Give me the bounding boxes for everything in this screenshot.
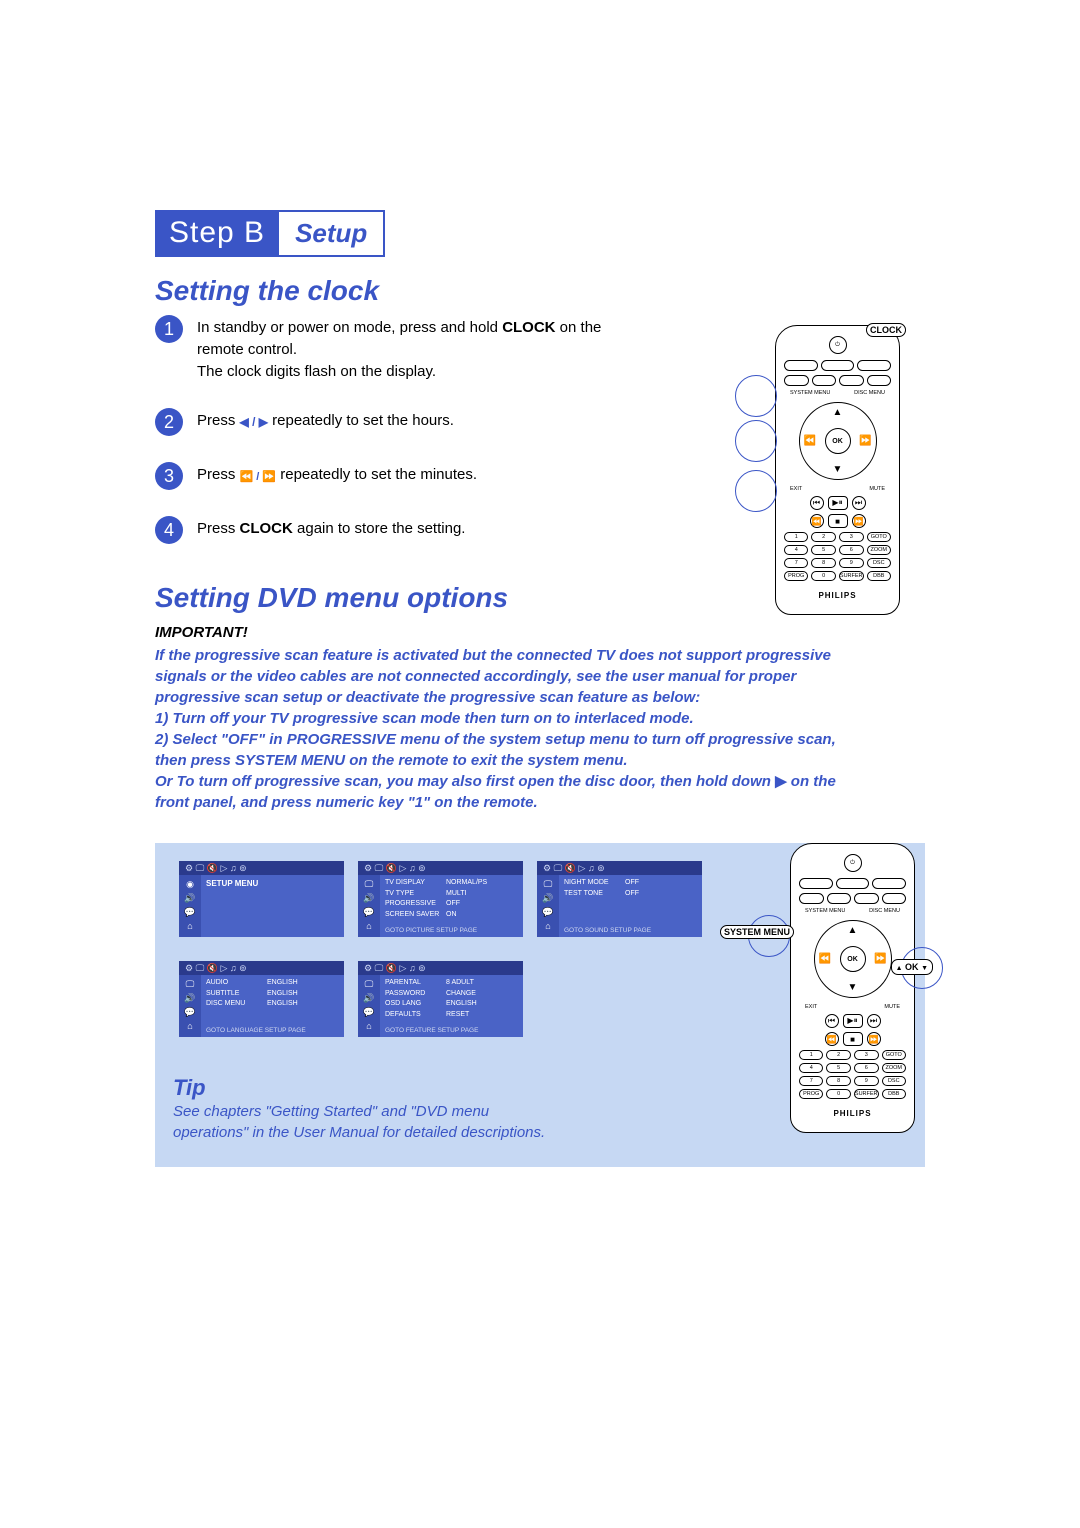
right-arrow-icon: ⏩ [874, 954, 886, 965]
ok-button: OK [825, 428, 851, 454]
tip-body: See chapters "Getting Started" and "DVD … [173, 1101, 563, 1143]
step-2-text: Press ◀ / ▶ repeatedly to set the hours. [197, 410, 454, 432]
menu-sound-setup: ⚙ 🖵 🔇 ▷ ♫ ⊚ 🖵🔊💬⌂ NIGHT MODEOFF TEST TONE… [537, 861, 702, 937]
sleep-button [857, 360, 891, 371]
step-3-text: Press ⏪ / ⏩ repeatedly to set the minute… [197, 464, 477, 486]
numpad: 1 2 3 GOTO 4 5 6 ZOOM 7 8 9 DSC PROG 0 [799, 1050, 906, 1099]
ffwd-icon: ⏩ [852, 514, 866, 528]
callout-circle-dpad [735, 420, 777, 462]
clock-button [839, 375, 864, 386]
step-1-text: In standby or power on mode, press and h… [197, 317, 617, 382]
menu-iconbar: ⚙ 🖵 🔇 ▷ ♫ ⊚ [179, 861, 344, 875]
dpad: OK ▲ ▼ ⏪ ⏩ [799, 402, 877, 480]
menu-picture-setup: ⚙ 🖵 🔇 ▷ ♫ ⊚ 🖵🔊💬⌂ TV DISPLAYNORMAL/PS TV … [358, 861, 523, 937]
stop-icon: ■ [828, 514, 848, 528]
step-number-3: 3 [155, 462, 183, 490]
remote-control-2: ⏻ SYSTEM MENU DISC MENU [790, 843, 915, 1133]
skip-icon: ◀ / ▶ [240, 415, 268, 429]
a-b-button [784, 375, 809, 386]
rewind-icon: ⏪ [810, 514, 824, 528]
remote-illustration-bottom: ⏻ SYSTEM MENU DISC MENU [790, 843, 915, 1133]
power-icon: ⏻ [829, 336, 847, 354]
left-arrow-icon: ⏪ [804, 436, 816, 447]
menu-feature-setup: ⚙ 🖵 🔇 ▷ ♫ ⊚ 🖵🔊💬⌂ PARENTAL8 ADULT PASSWOR… [358, 961, 523, 1037]
down-arrow-icon: ▼ [833, 464, 843, 475]
dpad: OK ▲ ▼ ⏪ ⏩ [814, 920, 892, 998]
menu-side-icons: ◉🔊💬⌂ [179, 875, 201, 937]
clock-section-title: Setting the clock [155, 275, 925, 307]
important-body: If the progressive scan feature is activ… [155, 645, 845, 813]
callout-sysmenu-label: SYSTEM MENU [720, 925, 794, 939]
callout-ok-label: ▲ OK ▼ [891, 959, 933, 975]
up-arrow-icon: ▲ [833, 407, 843, 418]
setup-label: Setup [277, 210, 385, 257]
step-number-2: 2 [155, 408, 183, 436]
disc-menu-label: DISC MENU [854, 390, 885, 396]
sleep2-button [812, 375, 837, 386]
important-heading: IMPORTANT! [155, 624, 925, 641]
exit-label: EXIT [790, 486, 802, 492]
callout-circle-sysmenu [735, 375, 777, 417]
power-icon: ⏻ [844, 854, 862, 872]
step-header: Step B Setup [155, 210, 925, 257]
system-menu-label: SYSTEM MENU [790, 390, 830, 396]
stop-icon: ■ [843, 1032, 863, 1046]
numpad: 1 2 3 GOTO 4 5 6 ZOOM 7 8 9 DSC PROG 0 S… [784, 532, 891, 581]
left-arrow-icon: ⏪ [819, 954, 831, 965]
callout-circle-transport [735, 470, 777, 512]
menu-screenshots-panel: ⚙ 🖵 🔇 ▷ ♫ ⊚ ◉🔊💬⌂ SETUP MENU ⚙ 🖵 🔇 ▷ ♫ ⊚ … [155, 843, 925, 1167]
step-4-text: Press CLOCK again to store the setting. [197, 518, 465, 540]
step-label: Step B [155, 210, 277, 257]
source-button [784, 360, 818, 371]
callout-clock-label: CLOCK [866, 323, 906, 337]
menu-language-setup: ⚙ 🖵 🔇 ▷ ♫ ⊚ 🖵🔊💬⌂ AUDIOENGLISH SUBTITLEEN… [179, 961, 344, 1037]
remote-control: ⏻ SYSTEM MENU DISC MENU OK [775, 325, 900, 615]
down-arrow-icon: ▼ [848, 982, 858, 993]
play-pause-icon: ▶⏸ [843, 1014, 863, 1028]
brand-label: PHILIPS [784, 591, 891, 600]
next-track-icon: ⏭ [867, 1014, 881, 1028]
section-dvd-menu: Setting DVD menu options IMPORTANT! If t… [155, 582, 925, 1167]
right-arrow-icon: ⏩ [859, 436, 871, 447]
slideshow-button [867, 375, 892, 386]
remote-illustration-top: ⏻ SYSTEM MENU DISC MENU OK [775, 325, 900, 615]
prev-track-icon: ⏮ [810, 496, 824, 510]
rewind-icon: ⏪ [825, 1032, 839, 1046]
step-number-4: 4 [155, 516, 183, 544]
menu-setup: ⚙ 🖵 🔇 ▷ ♫ ⊚ ◉🔊💬⌂ SETUP MENU [179, 861, 344, 937]
play-pause-icon: ▶⏸ [828, 496, 848, 510]
ffwd-icon: ⏩ [867, 1032, 881, 1046]
up-arrow-icon: ▲ [848, 925, 858, 936]
brand-label: PHILIPS [799, 1109, 906, 1118]
step-number-1: 1 [155, 315, 183, 343]
seek-icon: ⏪ / ⏩ [240, 471, 277, 483]
prev-track-icon: ⏮ [825, 1014, 839, 1028]
display-button [821, 360, 855, 371]
section-setting-clock: Setting the clock 1 In standby or power … [155, 275, 925, 544]
play-icon: ▶ [775, 773, 787, 790]
ok-button: OK [840, 946, 866, 972]
mute-label: MUTE [869, 486, 885, 492]
next-track-icon: ⏭ [852, 496, 866, 510]
